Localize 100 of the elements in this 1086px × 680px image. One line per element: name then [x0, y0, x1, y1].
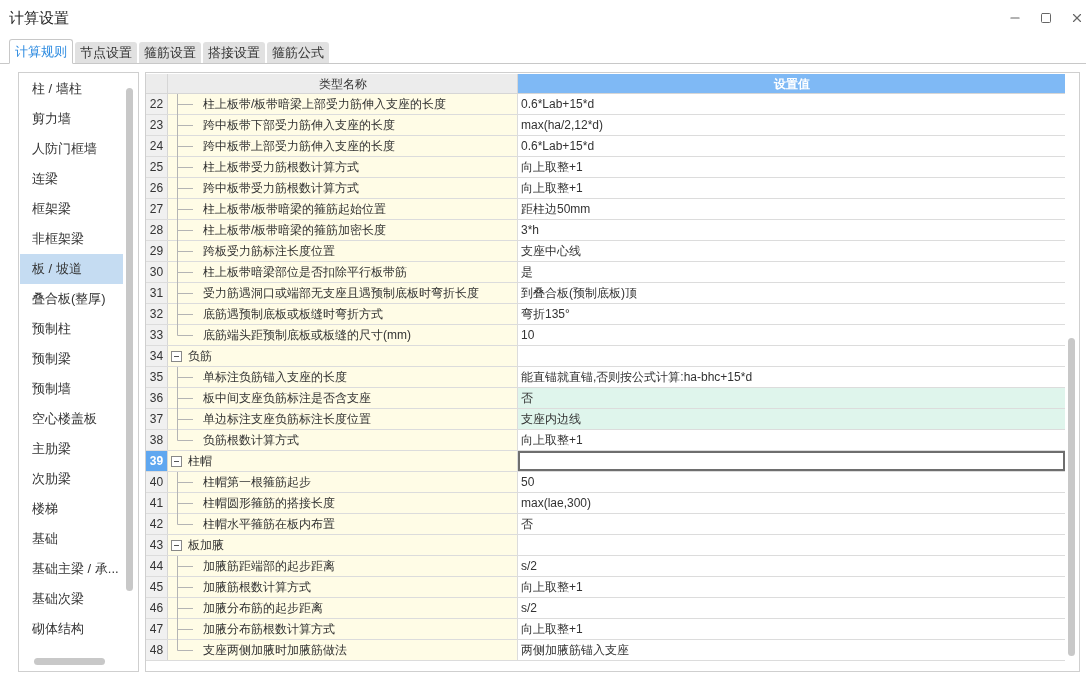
scrollbar-thumb[interactable]	[34, 658, 105, 665]
setting-name: 负筋根数计算方式	[203, 432, 299, 449]
tree-connector	[177, 261, 194, 283]
tab[interactable]: 箍筋设置	[139, 42, 201, 63]
tree-connector	[177, 576, 194, 598]
tree-connector	[177, 555, 194, 577]
sidebar-item[interactable]: 次肋梁	[20, 464, 123, 494]
group-name: 板加腋	[188, 537, 224, 554]
sidebar-item[interactable]: 预制柱	[20, 314, 123, 344]
column-header: 类型名称	[168, 74, 518, 94]
setting-name: 板中间支座负筋标注是否含支座	[203, 390, 371, 407]
setting-name: 柱帽水平箍筋在板内布置	[203, 516, 335, 533]
sidebar-item[interactable]: 框架梁	[20, 194, 123, 224]
setting-name: 跨板受力筋标注长度位置	[203, 243, 335, 260]
setting-name: 柱上板带/板带暗梁的箍筋加密长度	[203, 222, 387, 239]
tree-connector	[177, 177, 194, 199]
setting-name: 单边标注支座负筋标注长度位置	[203, 411, 371, 428]
tree-connector	[177, 219, 194, 241]
sidebar-item[interactable]: 预制墙	[20, 374, 123, 404]
tree-connector	[177, 387, 194, 409]
sidebar-item[interactable]: 砌体结构	[20, 614, 123, 644]
sidebar-item[interactable]: 预制梁	[20, 344, 123, 374]
group-name: 柱帽	[188, 453, 212, 470]
tab[interactable]: 计算规则	[9, 39, 73, 64]
sidebar-item[interactable]: 人防门框墙	[20, 134, 123, 164]
row-number: 32	[146, 304, 168, 324]
setting-name: 柱上板带/板带暗梁上部受力筋伸入支座的长度	[203, 96, 447, 113]
sidebar-item[interactable]: 主肋梁	[20, 434, 123, 464]
collapse-icon[interactable]	[171, 539, 182, 551]
group-name: 负筋	[188, 348, 212, 365]
sidebar-item[interactable]: 柱 / 墙柱	[20, 74, 123, 104]
tab[interactable]: 节点设置	[75, 42, 137, 63]
row-number: 28	[146, 220, 168, 240]
row-number: 24	[146, 136, 168, 156]
setting-name: 柱上板带暗梁部位是否扣除平行板带筋	[203, 264, 407, 281]
row-number: 47	[146, 619, 168, 639]
sidebar-item[interactable]: 板 / 坡道	[20, 254, 123, 284]
group-name-cell[interactable]: 负筋	[168, 346, 518, 366]
tab[interactable]: 搭接设置	[203, 42, 265, 63]
group-name-cell[interactable]: 板加腋	[168, 535, 518, 555]
row-number: 40	[146, 472, 168, 492]
sidebar-item[interactable]: 基础次梁	[20, 584, 123, 614]
setting-name: 支座两侧加腋时加腋筋做法	[203, 642, 347, 659]
row-number: 35	[146, 367, 168, 387]
tree-connector	[177, 240, 194, 262]
value-cell[interactable]	[518, 451, 1065, 471]
row-number: 36	[146, 388, 168, 408]
tree-connector	[177, 156, 194, 178]
tree-connector	[177, 471, 194, 493]
value-cell[interactable]: 支座内边线	[518, 409, 1065, 429]
setting-name: 柱帽圆形箍筋的搭接长度	[203, 495, 335, 512]
tab[interactable]: 箍筋公式	[267, 42, 329, 63]
sidebar-item[interactable]: 空心楼盖板	[20, 404, 123, 434]
tree-connector	[177, 366, 194, 388]
tree-connector	[177, 282, 194, 304]
row-number: 29	[146, 241, 168, 261]
sidebar-item[interactable]: 叠合板(整厚)	[20, 284, 123, 314]
setting-name: 底筋遇预制底板或板缝时弯折方式	[203, 306, 383, 323]
setting-name: 加腋分布筋的起步距离	[203, 600, 323, 617]
row-number: 31	[146, 283, 168, 303]
group-name-cell[interactable]: 柱帽	[168, 451, 518, 471]
setting-name: 底筋端头距预制底板或板缝的尺寸(mm)	[203, 327, 411, 344]
row-number: 45	[146, 577, 168, 597]
scrollbar-thumb[interactable]	[126, 88, 133, 591]
row-number: 26	[146, 178, 168, 198]
row-number: 25	[146, 157, 168, 177]
setting-name: 跨中板带上部受力筋伸入支座的长度	[203, 138, 395, 155]
collapse-icon[interactable]	[171, 350, 182, 362]
setting-name: 柱帽第一根箍筋起步	[203, 474, 311, 491]
setting-name: 跨中板带下部受力筋伸入支座的长度	[203, 117, 395, 134]
close-icon[interactable]	[1070, 11, 1084, 25]
row-number: 27	[146, 199, 168, 219]
sidebar-item[interactable]: 楼梯	[20, 494, 123, 524]
setting-name: 加腋分布筋根数计算方式	[203, 621, 335, 638]
row-number: 42	[146, 514, 168, 534]
tree-connector	[177, 597, 194, 619]
row-number: 41	[146, 493, 168, 513]
tree-connector	[177, 198, 194, 220]
row-number: 23	[146, 115, 168, 135]
row-number: 46	[146, 598, 168, 618]
tree-connector	[177, 93, 194, 115]
collapse-icon[interactable]	[171, 455, 182, 467]
sidebar-item[interactable]: 非框架梁	[20, 224, 123, 254]
column-header: 设置值	[518, 74, 1065, 94]
sidebar-item[interactable]: 连梁	[20, 164, 123, 194]
sidebar-item[interactable]: 基础主梁 / 承...	[20, 554, 123, 584]
maximize-icon[interactable]	[1040, 12, 1052, 24]
window-title: 计算设置	[9, 7, 69, 28]
scrollbar-thumb[interactable]	[1068, 338, 1075, 656]
row-number: 39	[146, 451, 168, 471]
setting-name: 跨中板带受力筋根数计算方式	[203, 180, 359, 197]
row-number: 34	[146, 346, 168, 366]
setting-name: 单标注负筋锚入支座的长度	[203, 369, 347, 386]
value-cell[interactable]: 否	[518, 388, 1065, 408]
row-number: 22	[146, 94, 168, 114]
tree-connector	[177, 114, 194, 136]
row-number: 43	[146, 535, 168, 555]
row-number: 30	[146, 262, 168, 282]
sidebar-item[interactable]: 剪力墙	[20, 104, 123, 134]
sidebar-item[interactable]: 基础	[20, 524, 123, 554]
